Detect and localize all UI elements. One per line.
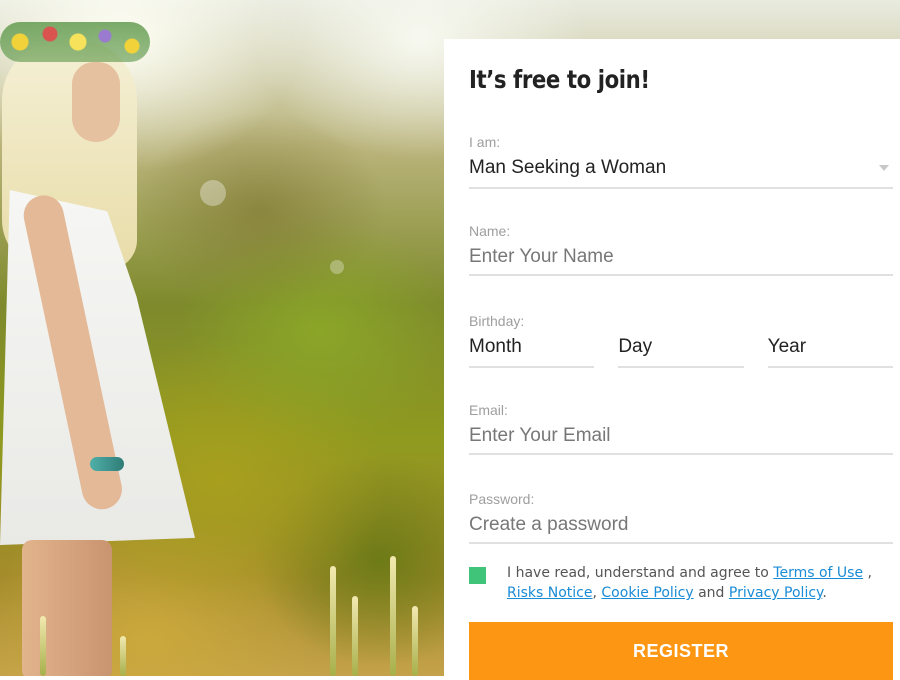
birthday-selects: Month Day Year bbox=[469, 330, 893, 368]
page-title: It’s free to join! bbox=[469, 65, 650, 94]
terms-checkbox[interactable] bbox=[469, 567, 486, 584]
birthday-month-select[interactable]: Month bbox=[469, 330, 595, 368]
terms-consent-text: I have read, understand and agree to Ter… bbox=[507, 563, 897, 603]
woman-legs bbox=[22, 540, 112, 676]
bracelet bbox=[90, 457, 124, 471]
grass-stalk bbox=[352, 596, 358, 676]
registration-panel: It’s free to join! I am: Man Seeking a W… bbox=[444, 39, 900, 680]
consent-separator: , bbox=[863, 565, 872, 581]
woman-figure bbox=[0, 0, 220, 676]
grass-stalk bbox=[120, 636, 126, 676]
grass-stalk bbox=[330, 566, 336, 676]
password-field: Password: bbox=[469, 490, 893, 544]
register-button[interactable]: REGISTER bbox=[469, 622, 893, 680]
gender-seeking-value[interactable]: Man Seeking a Woman bbox=[469, 151, 893, 189]
chevron-down-icon[interactable] bbox=[879, 165, 889, 171]
consent-suffix: . bbox=[822, 585, 827, 601]
email-label: Email: bbox=[469, 402, 508, 418]
password-input[interactable] bbox=[469, 508, 893, 544]
name-input[interactable] bbox=[469, 240, 893, 276]
password-label: Password: bbox=[469, 491, 535, 507]
grass-stalk bbox=[40, 616, 46, 676]
terms-of-use-link[interactable]: Terms of Use bbox=[773, 565, 863, 581]
consent-prefix: I have read, understand and agree to bbox=[507, 565, 774, 581]
email-field: Email: bbox=[469, 401, 893, 455]
consent-separator: and bbox=[693, 585, 729, 601]
woman-face bbox=[72, 62, 120, 142]
cookie-policy-link[interactable]: Cookie Policy bbox=[601, 585, 693, 601]
privacy-policy-link[interactable]: Privacy Policy bbox=[729, 585, 822, 601]
birthday-year-select[interactable]: Year bbox=[767, 330, 893, 368]
birthday-label: Birthday: bbox=[469, 313, 525, 329]
birthday-field: Birthday: Month Day Year bbox=[469, 312, 893, 368]
name-field: Name: bbox=[469, 222, 893, 276]
flower-crown bbox=[0, 22, 150, 62]
risks-notice-link[interactable]: Risks Notice bbox=[507, 585, 593, 601]
name-label: Name: bbox=[469, 223, 511, 239]
grass-stalk bbox=[390, 556, 396, 676]
gender-seeking-field: I am: Man Seeking a Woman bbox=[469, 133, 893, 189]
gender-seeking-label: I am: bbox=[469, 134, 501, 150]
birthday-day-select[interactable]: Day bbox=[618, 330, 744, 368]
light-flare bbox=[330, 260, 344, 274]
grass-stalk bbox=[412, 606, 418, 676]
email-input[interactable] bbox=[469, 419, 893, 455]
gender-seeking-select[interactable]: Man Seeking a Woman bbox=[469, 151, 893, 189]
